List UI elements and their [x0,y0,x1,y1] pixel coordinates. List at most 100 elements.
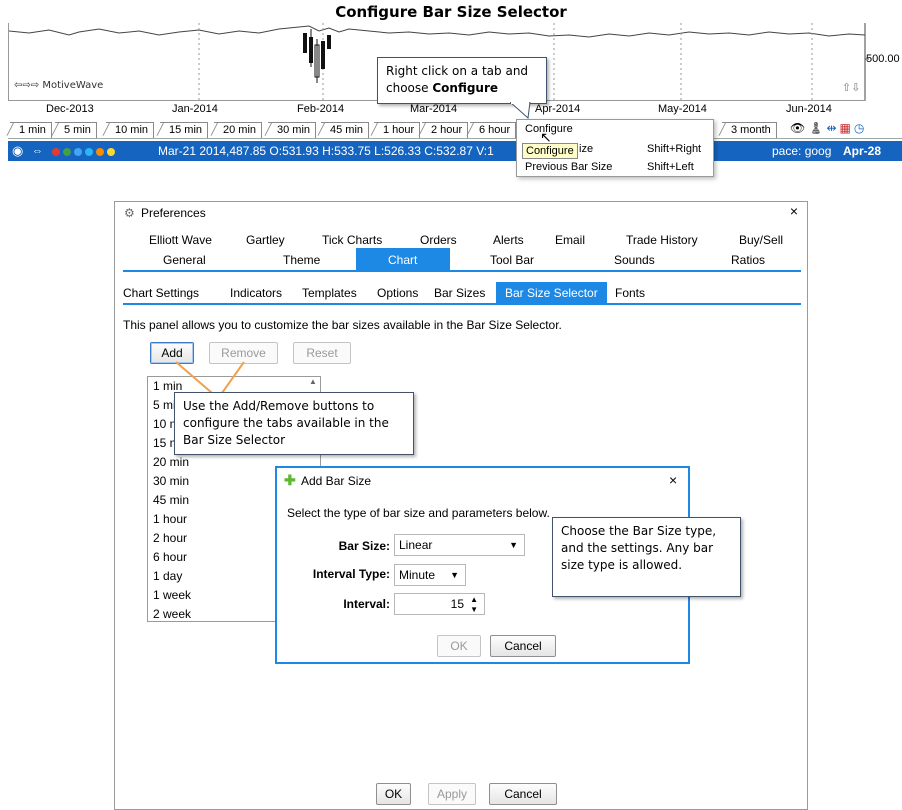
bar-tab-30min[interactable]: 30 min [265,122,317,138]
status-bar: ◉ ⇔ Mar-21 2014,487.85 O:531.93 H:533.75… [8,141,902,178]
subtab-chart-settings[interactable]: Chart Settings [123,285,199,303]
tab-gartley[interactable]: Gartley [246,233,285,247]
workspace-label: pace: goog [772,144,832,158]
tab-trade-history[interactable]: Trade History [626,233,698,247]
ok-button[interactable]: OK [376,783,411,805]
blue-dot-icon [74,147,82,156]
scroll-arrows-icon[interactable]: ⇦⇨⇨ [14,80,42,91]
quote-readout: Mar-21 2014,487.85 O:531.93 H:533.75 L:5… [158,144,494,158]
scroll-up-down-icon[interactable]: ⇧⇩ [842,81,860,94]
list-item[interactable]: 6 hour [153,548,187,567]
tab-ratios[interactable]: Ratios [731,253,765,271]
x-axis-label: Mar-2014 [410,103,458,115]
calendar-icon[interactable]: ▦ [840,121,854,135]
tab-orders[interactable]: Orders [420,233,457,247]
bar-tab-1min[interactable]: 1 min [7,122,52,138]
list-item[interactable]: 1 week [153,586,191,605]
bar-tab-3month[interactable]: 3 month [719,122,777,138]
tab-chart[interactable]: Chart [388,253,417,271]
subtab-templates[interactable]: Templates [302,285,357,303]
reset-button[interactable]: Reset [293,342,351,364]
tab-email[interactable]: Email [555,233,585,247]
callout-pointer [510,102,531,120]
robot-icon[interactable]: ♟ [808,121,826,135]
orange-dot-icon [96,147,104,156]
menu-item-previous-bar-size[interactable]: Previous Bar Size Shift+Left [517,159,713,176]
interval-spinner[interactable]: 15 ▲ ▼ [394,593,485,615]
bar-tab-5min[interactable]: 5 min [52,122,97,138]
tab-buy-sell[interactable]: Buy/Sell [739,233,783,247]
apply-button[interactable]: Apply [428,783,476,805]
tab-theme[interactable]: Theme [283,253,320,271]
add-remove-callout: Use the Add/Remove buttons to configure … [174,392,414,455]
interval-type-select[interactable]: Minute ▼ [394,564,466,586]
scroll-up-arrow-icon[interactable]: ▲ [309,377,317,386]
spinner-arrows-icon: ▲ ▼ [470,595,478,614]
tab-elliott-wave[interactable]: Elliott Wave [149,233,212,247]
chart-toolbar: 👁♟⇹▦◷ [790,121,867,135]
bar-size-tab-strip: 1 min 5 min 10 min 15 min 20 min 30 min … [7,122,902,139]
remove-button[interactable]: Remove [209,342,278,364]
page-title: Configure Bar Size Selector [335,3,567,21]
subtab-options[interactable]: Options [377,285,418,303]
bar-tab-10min[interactable]: 10 min [103,122,155,138]
close-icon[interactable]: × [785,203,803,219]
eye-icon[interactable]: 👁 [790,121,808,135]
connection-indicators [52,141,118,161]
subtab-indicators[interactable]: Indicators [230,285,282,303]
list-item[interactable]: 1 hour [153,510,187,529]
ok-button[interactable]: OK [437,635,481,657]
dialog-title: Add Bar Size [301,474,372,488]
subtab-bar-size-selector[interactable]: Bar Size Selector [505,285,598,303]
list-item[interactable]: 1 day [153,567,182,586]
list-item[interactable]: 2 week [153,605,191,621]
clock-readout: Apr-28 9:55:42 [843,144,885,178]
bar-tab-45min[interactable]: 45 min [318,122,370,138]
link-icon[interactable]: ⇔ [32,141,43,161]
signal-icon[interactable]: ◉ [12,141,23,161]
bar-tab-6hour[interactable]: 6 hour [467,122,517,138]
red-dot-icon [52,147,60,156]
tab-alerts[interactable]: Alerts [493,233,524,247]
chevron-down-icon: ▼ [509,540,518,550]
yellow-dot-icon [107,147,115,156]
fit-width-icon[interactable]: ⇹ [826,121,839,135]
tab-tick-charts[interactable]: Tick Charts [322,233,382,247]
list-item[interactable]: 30 min [153,472,189,491]
subtab-fonts[interactable]: Fonts [615,285,645,303]
bar-tab-15min[interactable]: 15 min [157,122,209,138]
app-label: ⇦⇨⇨ MotiveWave [14,80,104,91]
list-item[interactable]: 20 min [153,453,189,472]
green-dot-icon [63,147,71,156]
add-button[interactable]: Add [150,342,194,364]
x-axis-label: Dec-2013 [46,103,94,115]
subtab-bar-sizes[interactable]: Bar Sizes [434,285,485,303]
tab-general[interactable]: General [163,253,206,271]
tab-sounds[interactable]: Sounds [614,253,655,271]
clock-icon[interactable]: ◷ [854,121,867,135]
bar-size-label: Bar Size: [338,539,390,553]
close-icon[interactable]: × [669,472,677,488]
plus-icon: ✚ [284,472,296,488]
x-axis-label: May-2014 [658,103,707,115]
x-axis-label: Apr-2014 [535,103,581,115]
x-axis-label: Jan-2014 [172,103,218,115]
price-axis-label: 500.00 [866,53,900,65]
tab-tool-bar[interactable]: Tool Bar [490,253,534,271]
bar-tab-1hour[interactable]: 1 hour [371,122,421,138]
bar-size-select[interactable]: Linear ▼ [394,534,525,556]
configure-callout: Right click on a tab and choose Configur… [377,57,547,104]
mouse-cursor-icon: ↖ [540,129,552,145]
list-item[interactable]: 2 hour [153,529,187,548]
list-item[interactable]: 45 min [153,491,189,510]
cancel-button[interactable]: Cancel [490,635,556,657]
bar-tab-20min[interactable]: 20 min [211,122,263,138]
x-axis-label: Feb-2014 [297,103,345,115]
chevron-down-icon: ▼ [450,570,459,580]
dialog-description: Select the type of bar size and paramete… [287,506,550,520]
subtab-underline [123,303,801,305]
bar-tab-2hour[interactable]: 2 hour [419,122,469,138]
cancel-button[interactable]: Cancel [489,783,557,805]
dialog-title: Preferences [141,206,206,220]
x-axis-label: Jun-2014 [786,103,832,115]
